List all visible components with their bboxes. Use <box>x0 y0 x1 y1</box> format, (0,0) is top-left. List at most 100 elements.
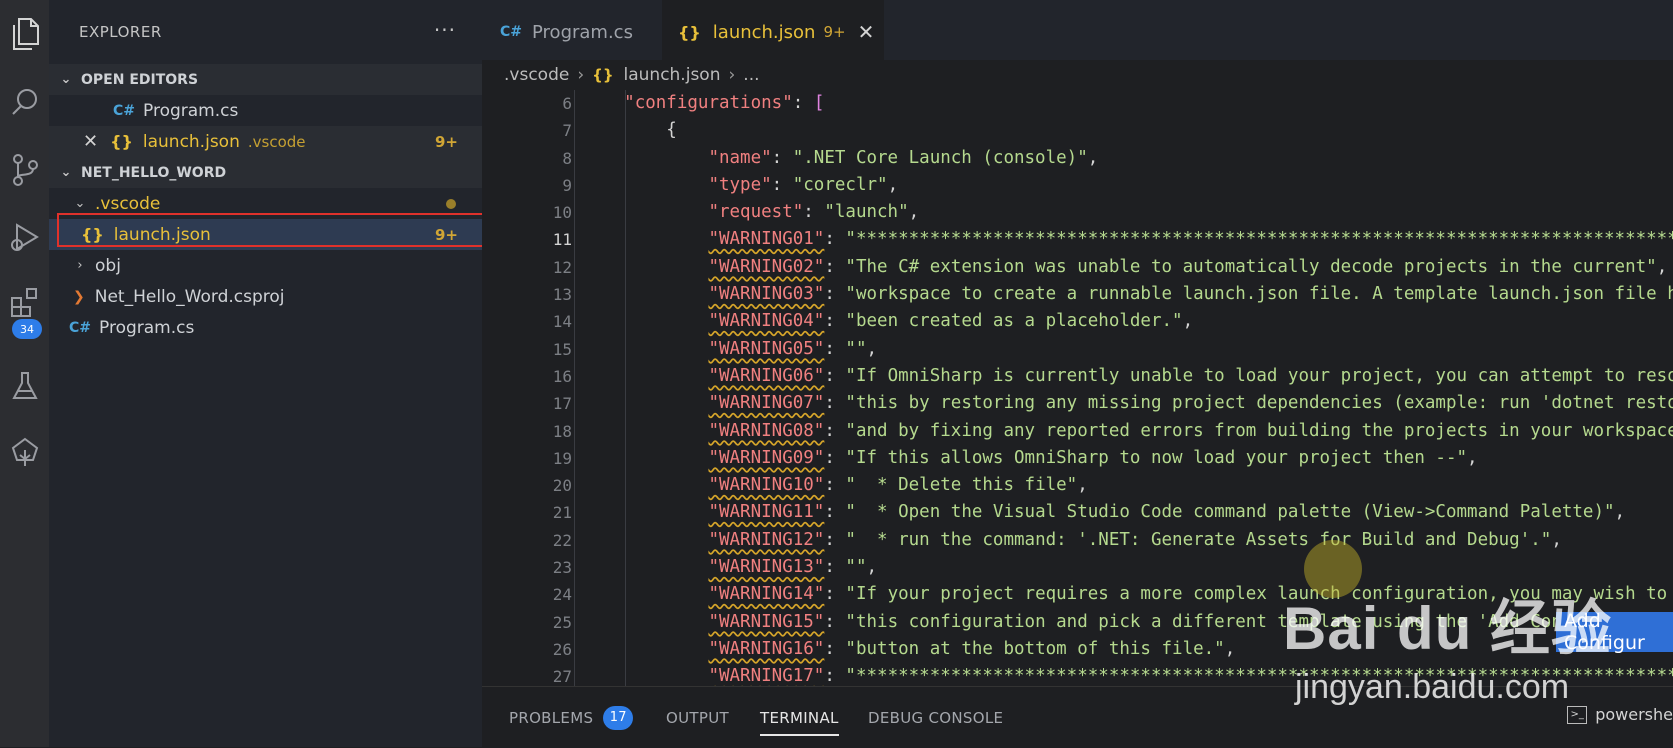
json-value: "and by fixing any reported errors from … <box>845 420 1673 441</box>
code-line: "WARNING17": "**************************… <box>582 663 1673 686</box>
json-value: [ <box>813 93 825 113</box>
tab-label: launch.json <box>712 21 816 43</box>
json-key: "WARNING03" <box>708 284 825 305</box>
tab-label: DEBUG CONSOLE <box>868 708 1004 727</box>
json-key: "WARNING13" <box>708 557 825 578</box>
json-value: "***************************************… <box>845 229 1673 250</box>
json-value: "If OmniSharp is currently unable to loa… <box>845 365 1673 386</box>
json-key: "WARNING12" <box>708 529 825 550</box>
file-csproj[interactable]: ❯ Net_Hello_Word.csproj <box>49 281 482 312</box>
code-line: "WARNING13": "", <box>708 557 878 578</box>
code-line: "request": "launch", <box>708 202 920 223</box>
json-key: "WARNING07" <box>708 393 825 414</box>
line-number: 24 <box>552 585 572 605</box>
tab-terminal[interactable]: TERMINAL <box>760 687 839 748</box>
bottom-panel: PROBLEMS 17 OUTPUT TERMINAL DEBUG CONSOL… <box>482 686 1673 748</box>
more-actions-icon[interactable]: ··· <box>434 18 456 42</box>
json-value: "launch" <box>824 202 909 223</box>
breadcrumb-file[interactable]: launch.json <box>624 65 721 85</box>
chevron-right-icon: › <box>577 65 585 85</box>
json-key: "WARNING10" <box>708 475 825 496</box>
code-line: "WARNING14": "If your project requires a… <box>582 581 1673 608</box>
run-debug-icon[interactable] <box>0 213 49 261</box>
testing-icon[interactable] <box>0 362 49 410</box>
breadcrumb-folder[interactable]: .vscode <box>504 65 569 85</box>
code-line: "WARNING10": " * Delete this file", <box>708 475 1088 496</box>
line-number: 20 <box>552 476 572 496</box>
code-line: "WARNING09": "If this allows OmniSharp t… <box>708 447 1478 468</box>
json-value: "***************************************… <box>845 666 1673 686</box>
file-program-cs[interactable]: C# Program.cs <box>49 312 482 343</box>
line-number: 15 <box>552 339 572 359</box>
close-icon[interactable]: ✕ <box>858 20 875 44</box>
activity-bar: 34 <box>0 0 49 747</box>
chevron-right-icon: › <box>728 65 736 85</box>
json-value: "" <box>845 557 867 578</box>
line-number: 9 <box>562 175 572 195</box>
json-key: "request" <box>708 202 804 223</box>
json-value: "button at the bottom of this file." <box>845 638 1225 659</box>
shell-name: powershe <box>1595 705 1673 724</box>
json-file-icon: {} <box>592 66 614 84</box>
json-key: "WARNING15" <box>708 611 825 632</box>
code-line: "WARNING15": "this configuration and pic… <box>582 609 1673 636</box>
search-icon[interactable] <box>0 78 49 126</box>
extensions-badge: 34 <box>12 319 42 339</box>
json-value: "workspace to create a runnable launch.j… <box>845 284 1673 305</box>
open-editors-section[interactable]: ⌄ OPEN EDITORS <box>49 64 482 95</box>
line-number: 19 <box>552 448 572 468</box>
tab-problems[interactable]: PROBLEMS 17 <box>509 687 634 748</box>
tab-launch-json[interactable]: {} launch.json 9+ ✕ <box>662 0 884 64</box>
json-key: "name" <box>708 147 772 168</box>
explorer-header: EXPLORER ··· <box>49 0 482 64</box>
json-value: "this configuration and pick a different… <box>845 611 1673 632</box>
code-line: "WARNING04": "been created as a placehol… <box>708 311 1194 332</box>
tab-label: Program.cs <box>532 21 633 43</box>
json-key: "WARNING17" <box>708 666 825 686</box>
file-name: Program.cs <box>99 317 195 338</box>
line-number: 7 <box>562 121 572 141</box>
folder-obj[interactable]: › obj <box>49 250 482 281</box>
code-content[interactable]: "configurations": [ { "name": ".NET Core… <box>582 90 1673 686</box>
explorer-icon[interactable] <box>0 10 49 58</box>
close-icon[interactable]: ✕ <box>83 131 98 152</box>
code-editor[interactable]: 6 7 8 9 10 11 12 13 14 15 16 17 18 19 20 21 22 23 24 25 26 27… <box>482 90 1673 686</box>
tab-debug-console[interactable]: DEBUG CONSOLE <box>868 687 1003 748</box>
line-number: 23 <box>552 558 572 578</box>
rss-file-icon: ❯ <box>73 288 85 305</box>
json-value: " * Open the Visual Studio Code command … <box>845 502 1615 523</box>
json-key: "WARNING11" <box>708 502 825 523</box>
line-number: 22 <box>552 530 572 550</box>
tab-output[interactable]: OUTPUT <box>666 687 729 748</box>
breadcrumb-more[interactable]: ... <box>743 65 759 85</box>
terminal-shell-selector[interactable]: >_ powershe <box>1567 705 1673 724</box>
json-value: ".NET Core Launch (console)" <box>792 147 1088 168</box>
line-number: 14 <box>552 312 572 332</box>
chevron-down-icon: ⌄ <box>74 196 86 211</box>
explorer-title: EXPLORER <box>79 23 162 41</box>
terminal-icon: >_ <box>1567 705 1588 724</box>
code-line: "WARNING06": "If OmniSharp is currently … <box>582 363 1673 390</box>
code-line: { <box>666 120 677 141</box>
json-value: "If this allows OmniSharp to now load yo… <box>845 447 1468 468</box>
tab-problem-count: 9+ <box>823 23 846 41</box>
project-section[interactable]: ⌄ NET_HELLO_WORD <box>49 157 482 188</box>
open-editor-launch-json[interactable]: ✕ {} launch.json .vscode 9+ <box>49 126 482 157</box>
tab-label: PROBLEMS <box>509 708 594 727</box>
open-editor-program-cs[interactable]: C# Program.cs <box>49 95 482 126</box>
code-line: "WARNING05": "", <box>708 338 878 359</box>
tab-program-cs[interactable]: C# Program.cs <box>482 0 680 64</box>
chevron-down-icon: ⌄ <box>60 72 72 87</box>
code-line: "WARNING08": "and by fixing any reported… <box>582 418 1673 445</box>
file-name: Net_Hello_Word.csproj <box>94 286 285 307</box>
line-number: 10 <box>552 203 572 223</box>
json-value: " * Delete this file" <box>845 475 1078 496</box>
open-editor-name: Program.cs <box>143 100 239 121</box>
source-control-icon[interactable] <box>0 146 49 194</box>
add-configuration-button[interactable]: Add Configur <box>1556 610 1673 654</box>
json-value: " * run the command: '.NET: Generate Ass… <box>845 529 1552 550</box>
json-file-icon: {} <box>110 132 133 151</box>
folder-name: obj <box>95 255 121 276</box>
tree-icon[interactable] <box>0 428 49 476</box>
line-number: 17 <box>552 394 572 414</box>
